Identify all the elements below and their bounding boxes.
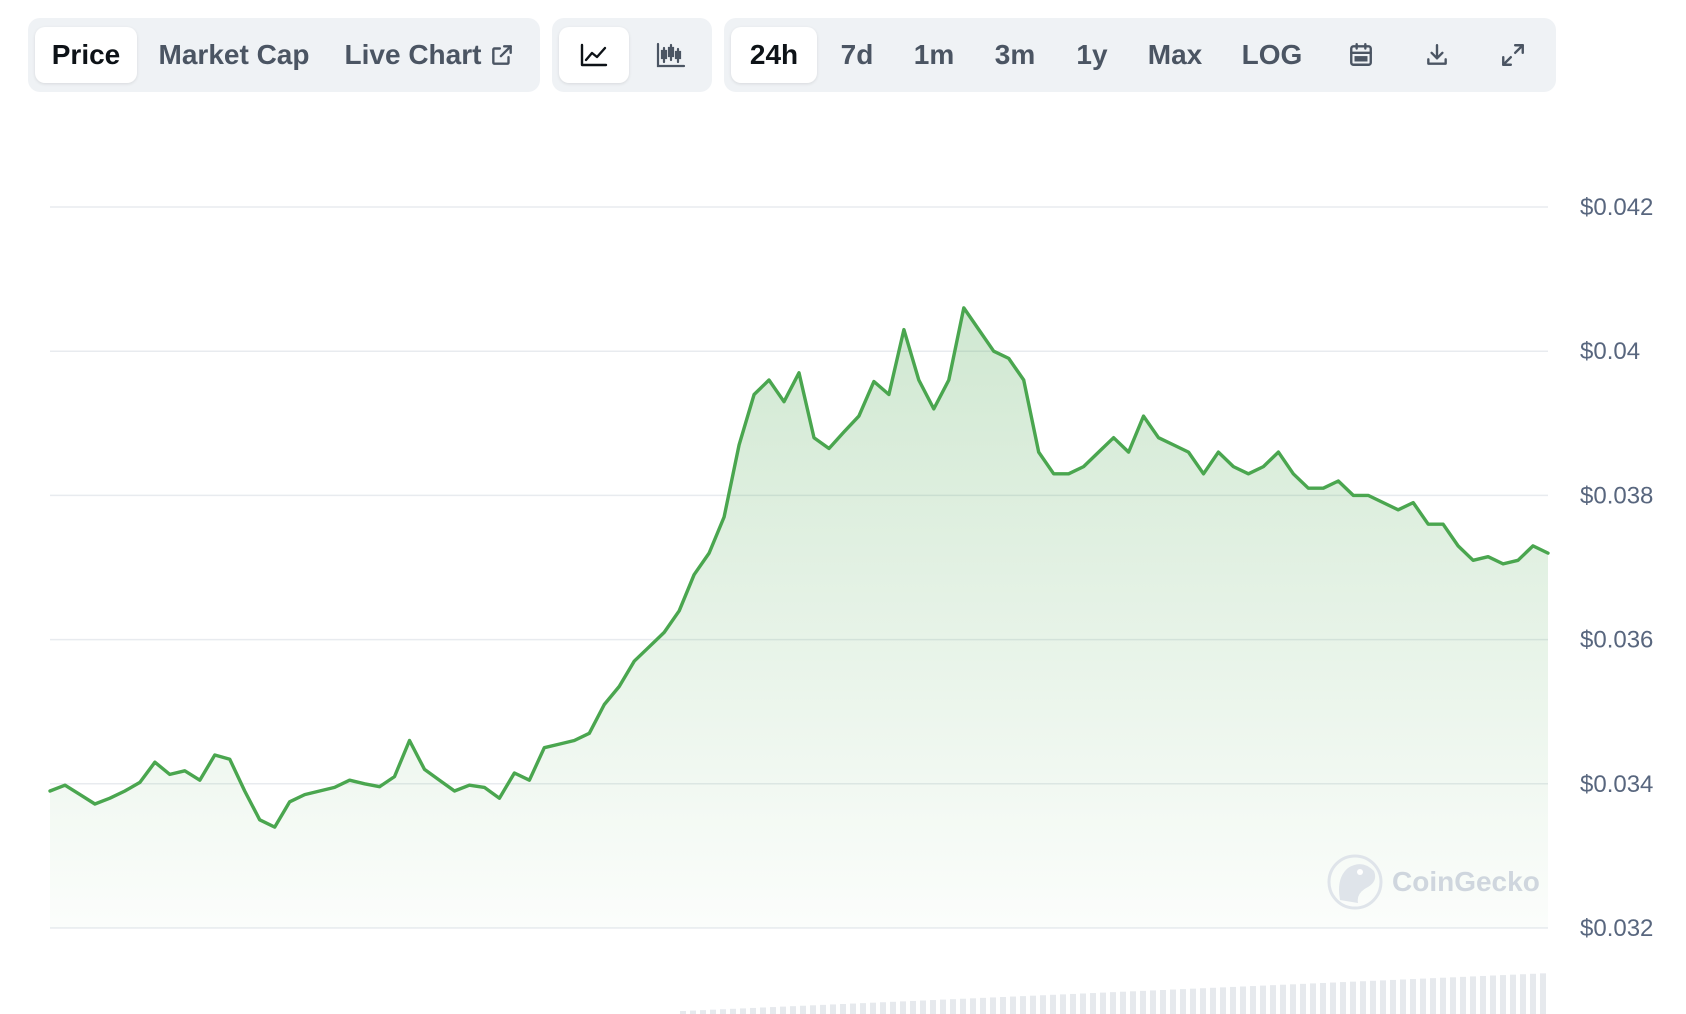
volume-bars: [680, 973, 1546, 1014]
volume-bar: [1370, 980, 1376, 1014]
volume-bar: [980, 997, 986, 1014]
volume-bar: [890, 1001, 896, 1014]
volume-bar: [1310, 983, 1316, 1014]
price-area: [50, 307, 1548, 928]
volume-bar: [790, 1006, 796, 1014]
volume-bar: [1090, 993, 1096, 1014]
volume-bar: [1290, 984, 1296, 1014]
volume-bar: [1320, 982, 1326, 1014]
volume-bar: [700, 1010, 706, 1014]
volume-bar: [1470, 976, 1476, 1014]
volume-bar: [880, 1002, 886, 1014]
volume-bar: [1510, 974, 1516, 1014]
volume-bar: [910, 1000, 916, 1014]
volume-bar: [1490, 975, 1496, 1014]
volume-bar: [720, 1009, 726, 1014]
volume-bar: [1170, 989, 1176, 1014]
volume-bar: [1410, 979, 1416, 1014]
volume-bar: [940, 999, 946, 1014]
y-tick-label: $0.042: [1580, 194, 1653, 221]
y-tick-label: $0.04: [1580, 338, 1640, 365]
volume-bar: [1110, 992, 1116, 1014]
volume-bar: [780, 1006, 786, 1014]
volume-bar: [690, 1010, 696, 1014]
volume-bar: [1230, 986, 1236, 1014]
volume-bar: [1540, 973, 1546, 1014]
volume-bar: [1360, 981, 1366, 1014]
volume-bar: [960, 998, 966, 1014]
volume-bar: [1450, 977, 1456, 1014]
volume-bar: [1060, 994, 1066, 1014]
volume-bar: [760, 1007, 766, 1014]
volume-bar: [1420, 978, 1426, 1014]
volume-bar: [1270, 985, 1276, 1014]
volume-bar: [1390, 979, 1396, 1014]
volume-bar: [1010, 996, 1016, 1014]
volume-bar: [930, 1000, 936, 1014]
volume-bar: [1240, 986, 1246, 1014]
volume-bar: [1380, 980, 1386, 1014]
volume-bar: [730, 1008, 736, 1014]
volume-bar: [900, 1001, 906, 1014]
volume-bar: [830, 1004, 836, 1014]
price-chart[interactable]: $0.032 $0.034 $0.036 $0.038 $0.04 $0.042 Coin…: [0, 0, 1686, 1014]
volume-bar: [1030, 995, 1036, 1014]
volume-bar: [1080, 993, 1086, 1014]
volume-bar: [1130, 991, 1136, 1014]
volume-bar: [860, 1003, 866, 1014]
volume-bar: [1040, 995, 1046, 1014]
volume-bar: [810, 1005, 816, 1014]
volume-bar: [1430, 978, 1436, 1014]
volume-bar: [1440, 977, 1446, 1014]
volume-bar: [1100, 992, 1106, 1014]
volume-bar: [1500, 975, 1506, 1014]
volume-bar: [1480, 975, 1486, 1014]
volume-bar: [1150, 990, 1156, 1014]
volume-bar: [1330, 982, 1336, 1014]
volume-bar: [1250, 986, 1256, 1014]
volume-bar: [1190, 988, 1196, 1014]
volume-bar: [770, 1007, 776, 1014]
volume-bar: [1520, 974, 1526, 1014]
volume-bar: [950, 999, 956, 1014]
volume-bar: [1210, 987, 1216, 1014]
y-tick-label: $0.034: [1580, 771, 1653, 798]
volume-bar: [970, 998, 976, 1014]
volume-bar: [1140, 990, 1146, 1014]
y-axis-labels: $0.032 $0.034 $0.036 $0.038 $0.04 $0.042: [1580, 194, 1653, 942]
volume-bar: [1050, 994, 1056, 1014]
volume-bar: [800, 1005, 806, 1014]
volume-bar: [1000, 996, 1006, 1014]
volume-bar: [1460, 976, 1466, 1014]
volume-bar: [750, 1007, 756, 1014]
volume-bar: [1280, 984, 1286, 1014]
volume-bar: [1530, 973, 1536, 1014]
y-tick-label: $0.036: [1580, 627, 1653, 654]
volume-bar: [1200, 988, 1206, 1014]
volume-bar: [1350, 981, 1356, 1014]
volume-bar: [1220, 987, 1226, 1014]
volume-bar: [1180, 989, 1186, 1014]
volume-bar: [740, 1008, 746, 1014]
volume-bar: [1070, 993, 1076, 1014]
volume-bar: [1160, 989, 1166, 1014]
volume-bar: [1260, 985, 1266, 1014]
volume-bar: [1120, 991, 1126, 1014]
volume-bar: [710, 1009, 716, 1014]
y-tick-label: $0.038: [1580, 482, 1653, 509]
y-tick-label: $0.032: [1580, 915, 1653, 942]
watermark-text: CoinGecko: [1392, 866, 1540, 897]
volume-bar: [850, 1003, 856, 1014]
volume-bar: [990, 997, 996, 1014]
volume-bar: [840, 1003, 846, 1014]
volume-bar: [870, 1002, 876, 1014]
volume-bar: [1400, 979, 1406, 1014]
volume-bar: [920, 1000, 926, 1014]
volume-bar: [820, 1004, 826, 1014]
volume-bar: [1020, 996, 1026, 1014]
volume-bar: [1300, 983, 1306, 1014]
volume-bar: [1340, 982, 1346, 1014]
